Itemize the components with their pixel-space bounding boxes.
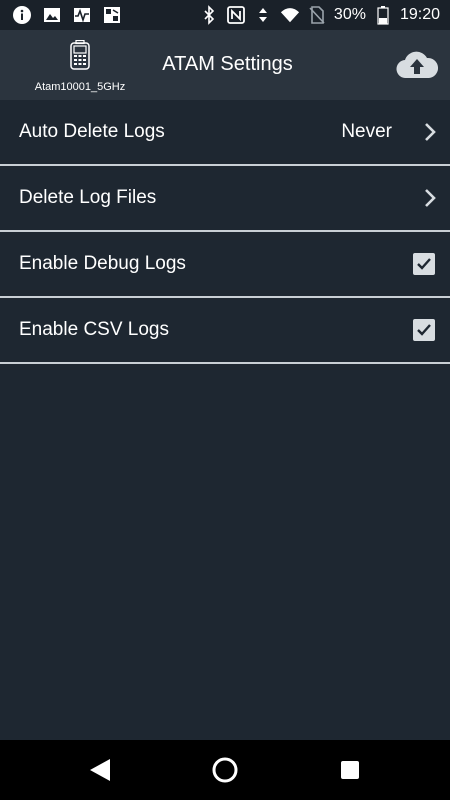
wifi-icon bbox=[280, 5, 300, 25]
home-icon[interactable] bbox=[211, 756, 239, 784]
image-icon bbox=[42, 5, 62, 25]
status-bar: 30% 19:20 bbox=[0, 0, 450, 30]
device-icon bbox=[69, 39, 91, 70]
back-icon[interactable] bbox=[86, 756, 114, 784]
enable-csv-logs-label: Enable CSV Logs bbox=[19, 319, 169, 340]
clock: 19:20 bbox=[399, 6, 440, 23]
recents-icon[interactable] bbox=[336, 756, 364, 784]
device-name: Atam10001_5GHz bbox=[34, 81, 126, 93]
activity-icon bbox=[72, 5, 92, 25]
debug-logs-checkbox[interactable] bbox=[413, 253, 435, 275]
auto-delete-logs-value: Never bbox=[341, 121, 392, 142]
settings-list: Auto Delete Logs Never Delete Log Files … bbox=[0, 100, 450, 364]
chevron-right-icon bbox=[422, 121, 438, 143]
info-icon bbox=[12, 5, 32, 25]
battery-percent: 30% bbox=[333, 6, 366, 23]
enable-debug-logs-row[interactable]: Enable Debug Logs bbox=[0, 232, 450, 298]
app-header: Atam10001_5GHz ATAM Settings bbox=[0, 30, 450, 100]
enable-csv-logs-row[interactable]: Enable CSV Logs bbox=[0, 298, 450, 364]
delete-log-files-label: Delete Log Files bbox=[19, 187, 157, 208]
enable-debug-logs-label: Enable Debug Logs bbox=[19, 253, 186, 274]
csv-logs-checkbox[interactable] bbox=[413, 319, 435, 341]
notification-icons bbox=[0, 5, 122, 25]
delete-log-files-row[interactable]: Delete Log Files bbox=[0, 166, 450, 232]
bluetooth-icon bbox=[199, 5, 219, 25]
system-nav-bar bbox=[0, 740, 450, 800]
auto-delete-logs-label: Auto Delete Logs bbox=[19, 121, 165, 142]
cloud-upload-icon[interactable] bbox=[396, 50, 439, 82]
system-status: 30% 19:20 bbox=[199, 5, 450, 25]
page-title: ATAM Settings bbox=[162, 53, 293, 75]
app-icon bbox=[102, 5, 122, 25]
data-arrows-icon bbox=[253, 5, 273, 25]
no-sim-icon bbox=[307, 5, 327, 25]
nfc-icon bbox=[226, 5, 246, 25]
chevron-right-icon bbox=[422, 187, 438, 209]
battery-icon bbox=[373, 5, 393, 25]
auto-delete-logs-row[interactable]: Auto Delete Logs Never bbox=[0, 100, 450, 166]
device-selector[interactable]: Atam10001_5GHz bbox=[20, 38, 140, 98]
